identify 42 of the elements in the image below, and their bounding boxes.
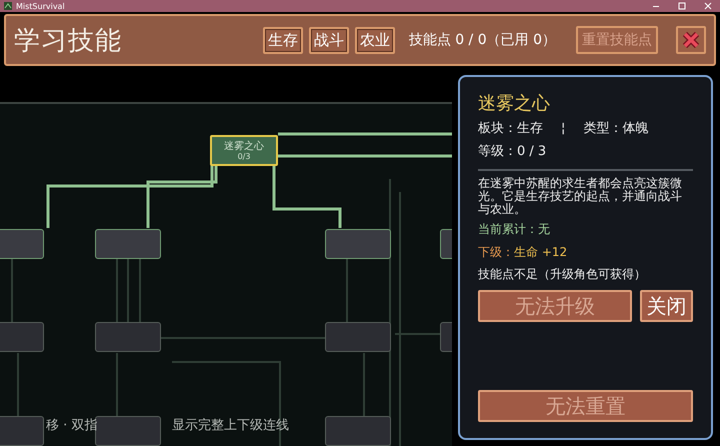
faint-connector-line bbox=[363, 353, 365, 416]
faint-connector-line bbox=[139, 259, 141, 322]
skill-node[interactable] bbox=[95, 322, 161, 352]
hint-text: 移 · 双指 bbox=[46, 417, 98, 434]
current-total-text: 当前累计：无 bbox=[478, 221, 551, 238]
type-text: 类型：体魄 bbox=[583, 121, 648, 136]
skill-node[interactable] bbox=[325, 229, 391, 259]
close-icon[interactable] bbox=[704, 2, 712, 10]
category-tab[interactable]: 生存 bbox=[262, 26, 303, 54]
separator-text: ¦ bbox=[561, 121, 566, 136]
category-tab[interactable]: 农业 bbox=[354, 26, 395, 54]
faint-connector-line bbox=[116, 259, 118, 322]
level-text: 等级：0 / 3 bbox=[478, 143, 548, 160]
notice-text: 技能点不足（升级角色可获得） bbox=[478, 266, 647, 283]
category-tab[interactable]: 战斗 bbox=[308, 26, 349, 54]
skill-node[interactable] bbox=[95, 416, 161, 446]
skill-node[interactable] bbox=[325, 322, 391, 352]
close-panel-button[interactable]: 关闭 bbox=[640, 290, 693, 322]
block-text: 板块：生存 bbox=[478, 121, 543, 136]
connector-line bbox=[272, 166, 342, 228]
faint-connector-line bbox=[127, 259, 129, 322]
faint-connector-line bbox=[17, 353, 19, 416]
skill-node[interactable] bbox=[95, 229, 161, 259]
next-level-label: 下级： bbox=[478, 245, 514, 259]
faint-connector-line bbox=[116, 353, 118, 416]
skill-points-text: 技能点 0 / 0（已用 0） bbox=[408, 31, 556, 49]
faint-connector-line bbox=[346, 259, 348, 322]
maximize-icon[interactable] bbox=[678, 2, 686, 10]
close-icon bbox=[682, 31, 700, 49]
skill-node[interactable] bbox=[325, 416, 391, 446]
close-button[interactable] bbox=[676, 26, 706, 54]
skill-node[interactable]: 迷雾之心 0/3 bbox=[210, 135, 278, 166]
app-icon bbox=[4, 2, 12, 10]
window-title: MistSurvival bbox=[16, 2, 65, 10]
hint-text: 显示完整上下级连线 bbox=[172, 417, 289, 434]
faint-connector-line bbox=[11, 259, 13, 322]
node-label: 迷雾之心 bbox=[224, 140, 264, 152]
next-level-value: 生命 +12 bbox=[514, 245, 568, 259]
node-level: 0/3 bbox=[238, 152, 250, 160]
skill-title: 迷雾之心 bbox=[478, 92, 551, 115]
page-title: 学习技能 bbox=[14, 24, 123, 58]
skill-description: 在迷雾中苏醒的求生者都会点亮这簇微光。它是生存技艺的起点，并通向战斗与农业。 bbox=[478, 177, 683, 216]
